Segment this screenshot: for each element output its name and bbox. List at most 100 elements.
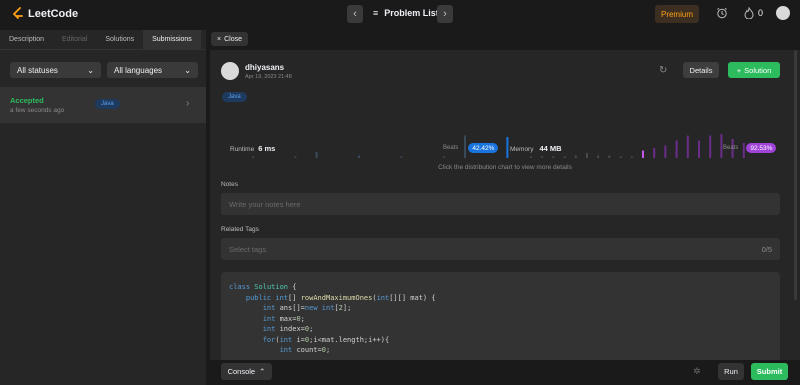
memory-distribution-bar — [653, 148, 656, 158]
language-filter-select[interactable]: All languages ⌄ — [107, 62, 198, 78]
memory-distribution-bar — [619, 156, 622, 158]
left-panel: Description Editorial Solutions Submissi… — [0, 29, 206, 385]
streak-counter[interactable]: 0 — [744, 7, 763, 19]
tags-select[interactable]: Select tags 0/5 — [221, 238, 780, 260]
chevron-up-icon: ⌃ — [259, 367, 266, 376]
problem-list-button[interactable]: ≡ Problem List — [373, 8, 439, 18]
runtime-distribution-bar — [252, 156, 254, 158]
code-line: int count=0; — [279, 346, 331, 354]
logo-text: LeetCode — [28, 8, 79, 20]
memory-distribution-bar — [664, 145, 667, 158]
memory-distribution-bar — [597, 155, 600, 158]
memory-distribution-bar — [541, 156, 544, 158]
runtime-distribution-bar — [294, 156, 297, 158]
code-line: int ans[]=new int[2]; — [262, 304, 352, 312]
code-line: int index=0; — [262, 325, 314, 333]
tab-submissions[interactable]: Submissions — [143, 29, 201, 50]
code-line: public int[] rowAndMaximumOnes(int[][] m… — [245, 293, 436, 302]
memory-distribution-bar — [698, 140, 700, 158]
leetcode-logo[interactable]: LeetCode — [12, 7, 78, 21]
memory-distribution-bar — [552, 156, 555, 158]
run-button[interactable]: Run — [718, 363, 744, 380]
code-line: class Solution { — [229, 283, 297, 291]
submission-language-badge: Java — [95, 99, 120, 109]
tags-placeholder: Select tags — [229, 244, 267, 254]
submission-row[interactable]: Accepted a few seconds ago Java › — [0, 87, 206, 123]
chevron-down-icon: ⌄ — [184, 65, 191, 75]
memory-distribution-bar — [642, 150, 644, 158]
left-tabs: Description Editorial Solutions Submissi… — [0, 29, 206, 50]
premium-button[interactable]: Premium — [655, 5, 699, 23]
prev-problem-button[interactable]: ‹ — [347, 5, 363, 23]
code-line: for(int i=0;i<mat.length;i++){ — [262, 335, 390, 344]
console-label: Console — [227, 367, 256, 376]
chevron-down-icon: ⌄ — [87, 65, 94, 75]
runtime-beats-label: Beats — [443, 145, 459, 151]
memory-distribution-bar — [574, 155, 577, 158]
distribution-chart[interactable] — [210, 50, 800, 160]
top-navbar: LeetCode ‹ ≡ Problem List › Premium 0 — [0, 0, 800, 30]
runtime-distribution-bar — [315, 152, 318, 158]
fire-icon — [744, 7, 754, 19]
memory-distribution-bar — [675, 140, 678, 158]
memory-beats-label: Beats — [723, 145, 739, 151]
streak-count: 0 — [758, 8, 764, 18]
close-button[interactable]: × Close — [211, 32, 248, 46]
user-avatar[interactable] — [776, 6, 790, 20]
status-filter-value: All statuses — [17, 65, 58, 75]
language-filter-value: All languages — [114, 65, 163, 75]
close-icon: × — [217, 35, 222, 43]
memory-distribution-bar — [608, 155, 611, 158]
submission-detail: dhiyasans Apr 19, 2023 21:48 ↻ Details +… — [210, 50, 800, 360]
memory-label: Memory — [510, 146, 534, 153]
problem-list-label: Problem List — [384, 8, 439, 18]
tags-label: Related Tags — [221, 226, 259, 233]
tab-description[interactable]: Description — [0, 30, 53, 50]
runtime-stat: Runtime 6 ms — [230, 144, 275, 153]
notes-input[interactable] — [221, 193, 780, 215]
submission-time: a few seconds ago — [10, 107, 65, 114]
memory-beats-badge: 92.53% — [746, 143, 777, 153]
code-viewer[interactable]: class Solution { public int[] rowAndMaxi… — [221, 272, 780, 360]
chevron-right-icon: › — [186, 98, 190, 109]
submission-filters: All statuses ⌄ All languages ⌄ — [10, 62, 198, 78]
chevron-right-icon: › — [443, 8, 447, 20]
list-icon: ≡ — [373, 8, 379, 18]
memory-value: 44 MB — [539, 144, 562, 153]
leetcode-logo-icon — [12, 7, 23, 19]
notes-label: Notes — [221, 181, 238, 188]
chart-hint: Click the distribution chart to view mor… — [438, 164, 572, 171]
bug-icon[interactable]: ✲ — [693, 366, 701, 377]
editor-bottombar: Console ⌃ ✲ Run Submit — [210, 360, 800, 385]
tab-solutions[interactable]: Solutions — [96, 30, 143, 50]
next-problem-button[interactable]: › — [437, 5, 453, 23]
memory-distribution-bar — [686, 135, 689, 158]
alarm-clock-icon[interactable] — [716, 7, 728, 19]
memory-stat: Memory 44 MB — [510, 144, 562, 153]
runtime-beats-badge: 42.42% — [468, 143, 499, 153]
runtime-distribution-bar — [506, 137, 509, 158]
memory-distribution-bar — [586, 153, 588, 158]
chevron-left-icon: ‹ — [353, 8, 357, 20]
runtime-distribution-bar — [400, 156, 403, 158]
right-panel: × Close dhiyasans Apr 19, 2023 21:48 ↻ D… — [210, 30, 800, 385]
memory-distribution-bar — [709, 135, 712, 158]
runtime-distribution-bar — [358, 155, 360, 158]
submit-button[interactable]: Submit — [751, 363, 788, 380]
runtime-distribution-bar — [442, 156, 445, 158]
console-button[interactable]: Console ⌃ — [221, 363, 272, 380]
code-line: int max=0; — [262, 314, 305, 323]
memory-distribution-bar — [630, 156, 633, 158]
close-label: Close — [224, 35, 242, 43]
status-filter-select[interactable]: All statuses ⌄ — [10, 62, 101, 78]
tags-count: 0/5 — [761, 244, 772, 254]
tab-editorial[interactable]: Editorial — [53, 30, 96, 50]
memory-distribution-bar — [563, 156, 566, 158]
detail-tabbar: × Close — [210, 30, 800, 50]
runtime-beats: Beats 42.42% — [443, 143, 499, 153]
runtime-label: Runtime — [230, 146, 255, 153]
memory-beats: Beats 92.53% — [723, 143, 777, 153]
scrollbar[interactable] — [794, 50, 797, 300]
submission-status: Accepted — [10, 96, 44, 105]
memory-distribution-bar — [530, 156, 532, 158]
